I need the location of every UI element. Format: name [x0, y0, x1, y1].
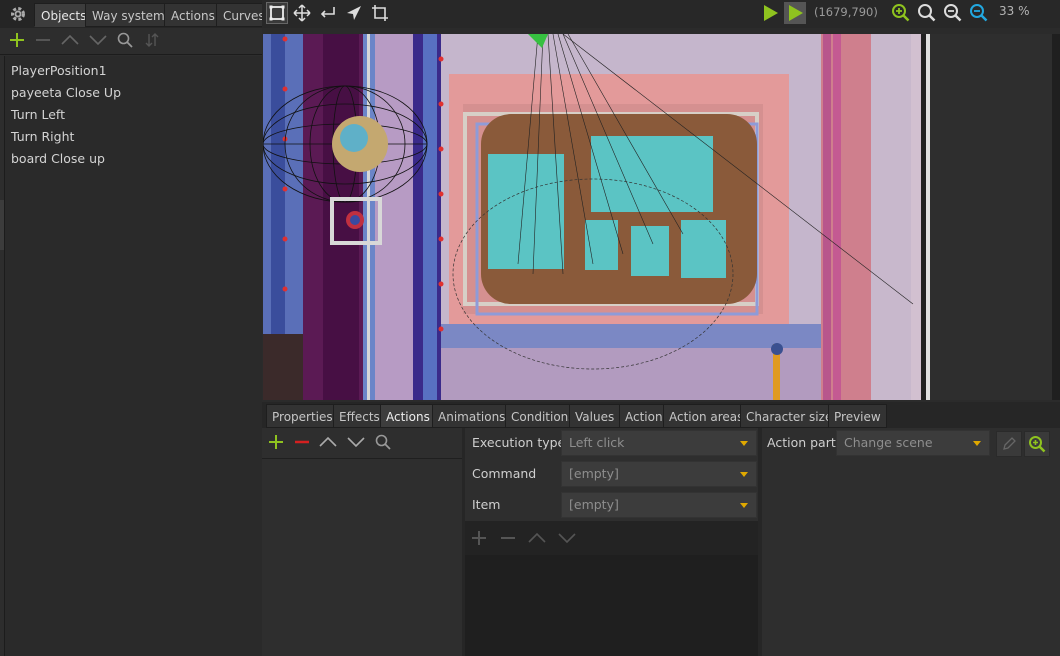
command-label: Command — [472, 466, 537, 481]
tab-action[interactable]: Action — [619, 404, 669, 428]
remove-icon[interactable] — [33, 30, 53, 50]
move-down-icon[interactable] — [346, 432, 366, 452]
action-part-label: Action part — [767, 435, 836, 450]
left-tab-bar: Objects Way systems Actions Curves — [0, 0, 272, 28]
cursor-coordinates: (1679,790) — [814, 5, 878, 19]
zoom-fit-icon[interactable] — [969, 3, 989, 23]
select-tool-icon[interactable] — [266, 2, 288, 24]
move-up-icon[interactable] — [60, 30, 80, 50]
list-item[interactable]: PlayerPosition1 — [11, 60, 107, 82]
chevron-down-icon — [740, 472, 748, 477]
item-dropdown[interactable]: [empty] — [561, 492, 757, 518]
item-value: [empty] — [569, 497, 619, 512]
search-icon[interactable] — [115, 30, 135, 50]
objects-toolbar — [0, 28, 262, 55]
zoom-reset-icon[interactable] — [917, 3, 937, 23]
item-label: Item — [472, 497, 501, 512]
add-action-icon[interactable] — [266, 432, 286, 452]
action-form: Execution type Left click Command [empty… — [465, 428, 758, 656]
gear-icon[interactable] — [8, 4, 28, 24]
add-icon[interactable] — [7, 30, 27, 50]
zoom-in-icon[interactable] — [891, 3, 911, 23]
splitter[interactable] — [758, 428, 762, 656]
chevron-down-icon — [740, 503, 748, 508]
play-icon[interactable] — [760, 3, 780, 23]
chevron-down-icon — [740, 441, 748, 446]
tab-properties[interactable]: Properties — [266, 404, 339, 428]
move-down-icon[interactable] — [557, 528, 577, 548]
tab-preview[interactable]: Preview — [828, 404, 887, 428]
remove-icon[interactable] — [498, 528, 518, 548]
execution-type-value: Left click — [569, 435, 625, 450]
tab-character-size[interactable]: Character size — [740, 404, 839, 428]
scene-viewport[interactable] — [263, 34, 1052, 400]
list-item[interactable]: payeeta Close Up — [11, 82, 121, 104]
tab-animations[interactable]: Animations — [432, 404, 512, 428]
edit-pencil-icon[interactable] — [996, 431, 1022, 457]
execution-type-dropdown[interactable]: Left click — [561, 430, 757, 456]
tab-effects[interactable]: Effects — [333, 404, 386, 428]
actions-panel: Execution type Left click Command [empty… — [262, 428, 1060, 656]
command-value: [empty] — [569, 466, 619, 481]
action-part-dropdown[interactable]: Change scene — [836, 430, 990, 456]
viewport-scrollbar[interactable] — [1052, 34, 1060, 400]
subitems-list[interactable] — [465, 555, 758, 656]
direction-tool-icon[interactable] — [344, 3, 364, 23]
zoom-in-icon[interactable] — [1024, 431, 1050, 457]
move-up-icon[interactable] — [318, 432, 338, 452]
tab-actions[interactable]: Actions — [380, 404, 436, 428]
return-tool-icon[interactable] — [318, 3, 338, 23]
scene-canvas — [263, 34, 1052, 400]
command-dropdown[interactable]: [empty] — [561, 461, 757, 487]
tab-actions[interactable]: Actions — [164, 3, 222, 27]
tab-values[interactable]: Values — [569, 404, 621, 428]
list-item[interactable]: Turn Left — [11, 104, 65, 126]
zoom-out-icon[interactable] — [943, 3, 963, 23]
properties-tab-bar: Properties Effects Actions Animations Co… — [262, 402, 1060, 428]
tab-action-areas[interactable]: Action areas — [663, 404, 750, 428]
actions-list-toolbar — [262, 428, 462, 459]
subitems-toolbar — [465, 521, 758, 555]
add-icon[interactable] — [469, 528, 489, 548]
editor-toolbar: (1679,790) 33 % — [262, 0, 1060, 28]
crop-tool-icon[interactable] — [370, 3, 390, 23]
splitter-handle[interactable] — [0, 200, 4, 250]
sort-icon[interactable] — [142, 30, 162, 50]
move-up-icon[interactable] — [527, 528, 547, 548]
move-tool-icon[interactable] — [292, 3, 312, 23]
execution-type-label: Execution type — [472, 435, 566, 450]
action-part-value: Change scene — [844, 435, 933, 450]
play-from-here-icon[interactable] — [784, 2, 806, 24]
objects-list: PlayerPosition1 payeeta Close Up Turn Le… — [4, 56, 262, 656]
zoom-level: 33 % — [999, 4, 1030, 18]
remove-action-icon[interactable] — [292, 432, 312, 452]
move-down-icon[interactable] — [88, 30, 108, 50]
search-icon[interactable] — [373, 432, 393, 452]
chevron-down-icon — [973, 441, 981, 446]
list-item[interactable]: Turn Right — [11, 126, 74, 148]
list-item[interactable]: board Close up — [11, 148, 105, 170]
